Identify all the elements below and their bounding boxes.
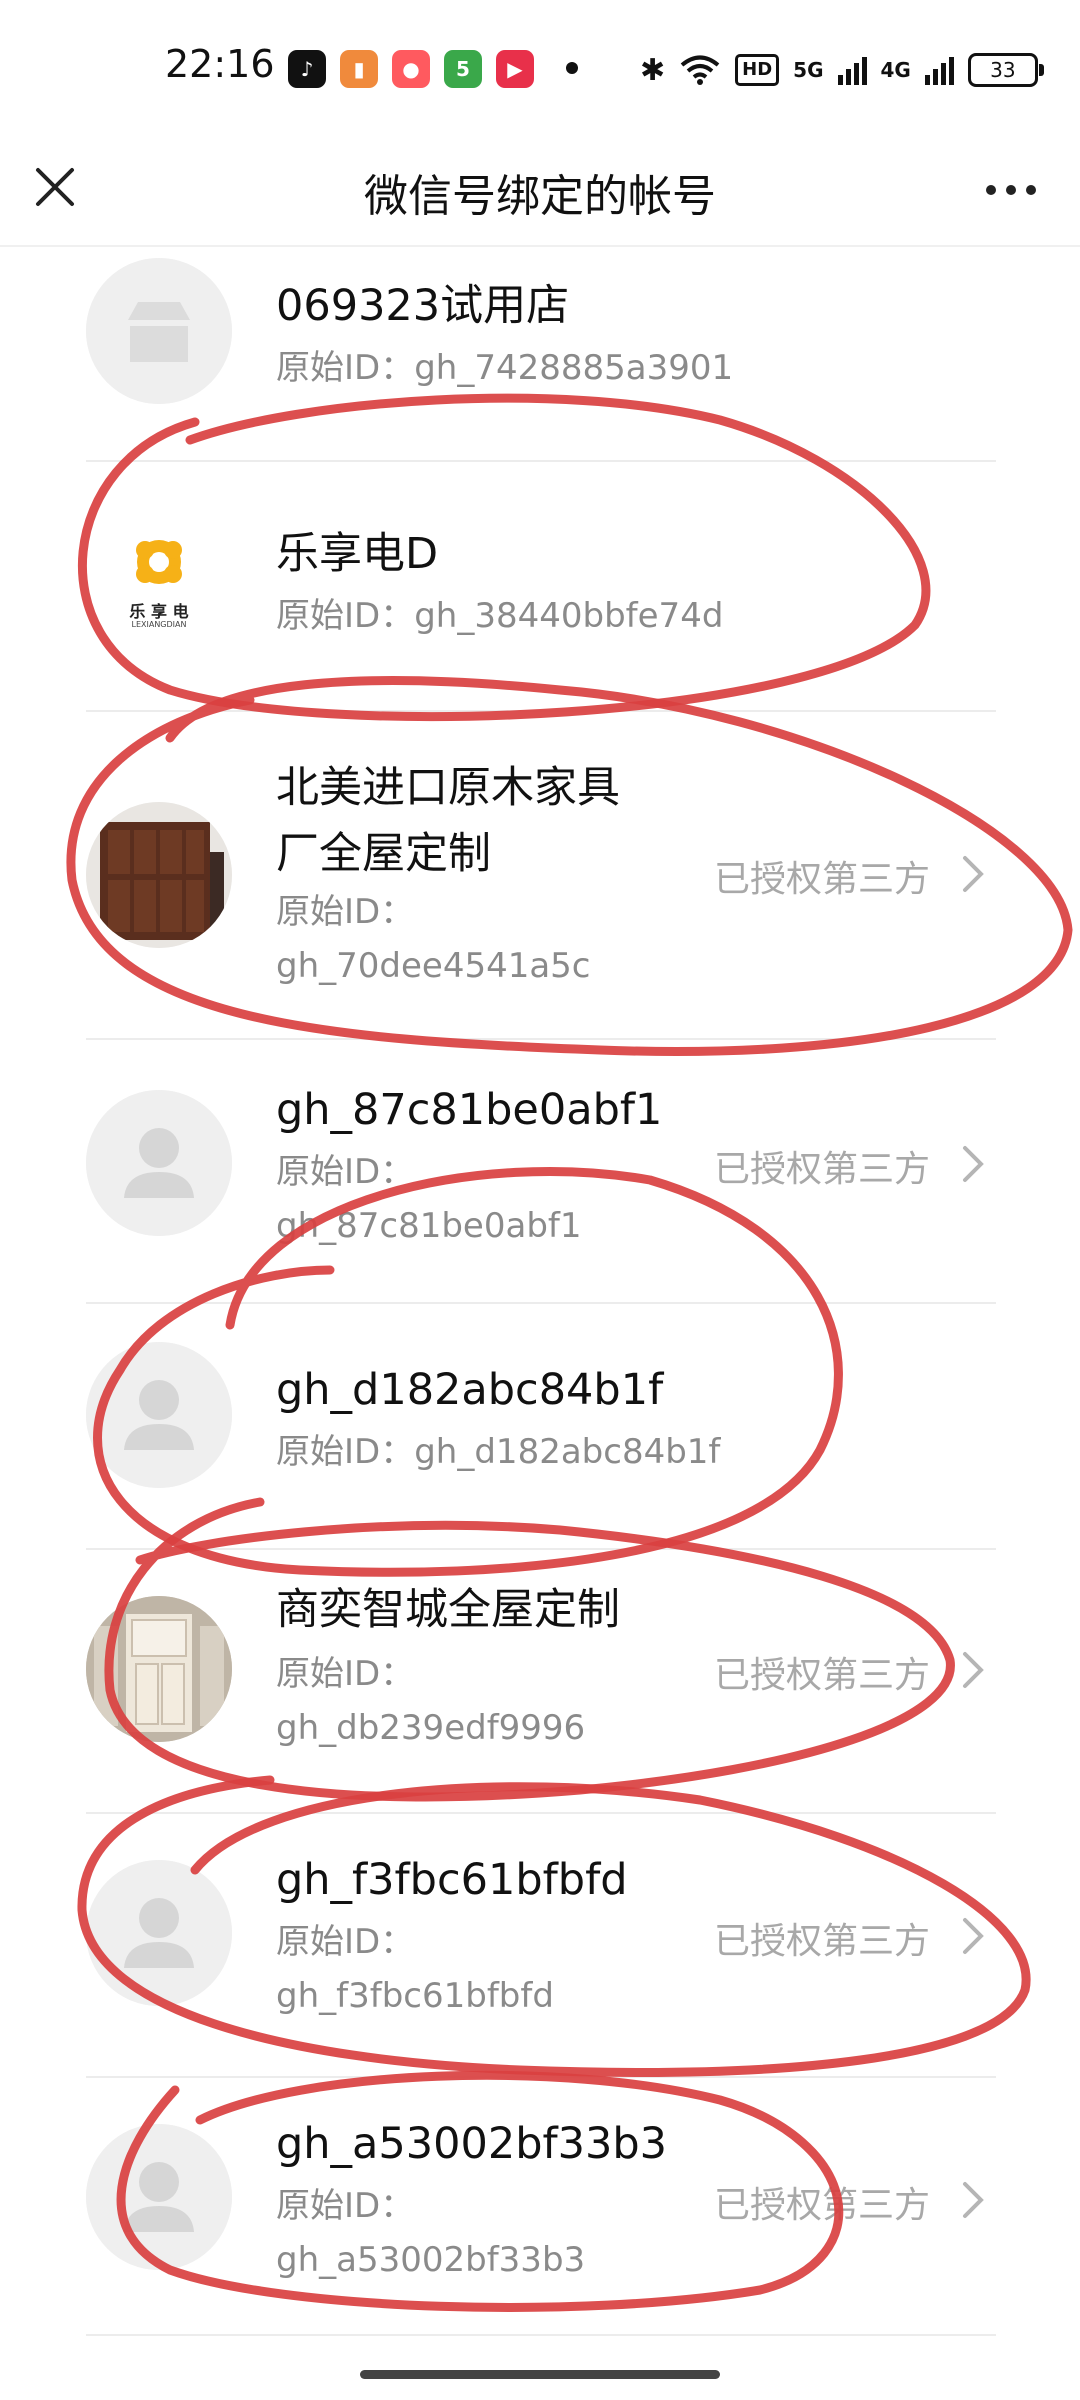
user-placeholder-icon	[86, 1860, 232, 2006]
id-value: gh_7428885a3901	[414, 348, 734, 388]
notification-dot	[566, 62, 578, 74]
chevron-right-icon	[963, 1918, 984, 1954]
account-name-line2: 厂全屋定制	[276, 829, 491, 879]
id-value: gh_38440bbfe74d	[414, 596, 724, 636]
nav-header: 微信号绑定的帐号	[0, 140, 1080, 250]
chevron-right-icon	[963, 1652, 984, 1688]
wardrobe-photo	[86, 802, 232, 948]
account-name: 乐享电D	[276, 529, 439, 579]
chevron-right-icon	[963, 856, 984, 892]
account-row[interactable]: gh_d182abc84b1f 原始ID：gh_d182abc84b1f	[0, 1304, 1080, 1548]
account-id: 原始ID：gh_38440bbfe74d	[276, 590, 776, 642]
account-id: 原始ID：gh_d182abc84b1f	[276, 1426, 776, 1478]
user-placeholder-icon	[86, 1342, 232, 1488]
battery-icon: 33	[967, 53, 1044, 87]
id-label: 原始ID：	[276, 2186, 415, 2226]
authorized-label: 已授权第三方	[713, 1149, 930, 1190]
chevron-right-icon	[963, 2182, 984, 2218]
account-row[interactable]: 069323试用店 原始ID：gh_7428885a3901	[0, 250, 1080, 460]
account-row[interactable]: 北美进口原木家具 厂全屋定制 原始ID： gh_70dee4541a5c 已授权…	[0, 712, 1080, 1038]
account-id: 原始ID：gh_7428885a3901	[276, 342, 776, 394]
system-icons: ✱ HD 5G 4G 33	[640, 48, 1044, 92]
account-row[interactable]: 乐 享 电 LEXIANGDIAN 乐享电D 原始ID：gh_38440bbfe…	[0, 462, 1080, 710]
tiktok-icon: ♪	[288, 50, 326, 88]
id-value: gh_a53002bf33b3	[276, 2240, 586, 2280]
status-bar: 22:16 ♪ ▮ ● 5 ▶ ✱ HD 5G 4G 33	[0, 0, 1080, 140]
id-label: 原始ID：	[276, 596, 415, 636]
id-value: gh_d182abc84b1f	[414, 1432, 721, 1472]
id-label: 原始ID：	[276, 348, 415, 388]
id-label: 原始ID：	[276, 1432, 415, 1472]
id-label: 原始ID：	[276, 1654, 415, 1694]
store-placeholder-icon	[86, 258, 232, 404]
chevron-right-icon	[963, 1146, 984, 1182]
id-label: 原始ID：	[276, 1922, 415, 1962]
lexiangdian-logo: 乐 享 电 LEXIANGDIAN	[86, 512, 232, 658]
authorized-label: 已授权第三方	[713, 859, 930, 900]
account-row[interactable]: gh_a53002bf33b3 原始ID： gh_a53002bf33b3 已授…	[0, 2078, 1080, 2340]
user-placeholder-icon	[86, 2124, 232, 2270]
logo-subtext: LEXIANGDIAN	[131, 620, 187, 629]
authorized-label: 已授权第三方	[713, 1655, 930, 1696]
account-name: 069323试用店	[276, 281, 570, 331]
more-icon[interactable]	[986, 180, 1046, 200]
account-row[interactable]: gh_f3fbc61bfbfd 原始ID： gh_f3fbc61bfbfd 已授…	[0, 1814, 1080, 2076]
row-divider	[86, 2334, 996, 2336]
id-value: gh_87c81be0abf1	[276, 1206, 582, 1246]
id-label: 原始ID：	[276, 1152, 415, 1192]
door-photo	[86, 1596, 232, 1742]
id-value: gh_70dee4541a5c	[276, 946, 591, 986]
58-icon: 5	[444, 50, 482, 88]
signal-bars-icon	[924, 55, 954, 85]
page-title: 微信号绑定的帐号	[364, 171, 716, 222]
kuaishou-icon: ●	[392, 50, 430, 88]
user-placeholder-icon	[86, 1090, 232, 1236]
account-name-line1: 北美进口原木家具	[276, 763, 620, 813]
wifi-icon	[680, 55, 720, 85]
signal-4g-label: 4G	[880, 58, 911, 82]
id-value: gh_f3fbc61bfbfd	[276, 1976, 554, 2016]
account-row[interactable]: gh_87c81be0abf1 原始ID： gh_87c81be0abf1 已授…	[0, 1040, 1080, 1302]
id-label: 原始ID：	[276, 892, 415, 932]
account-name: gh_a53002bf33b3	[276, 2119, 667, 2169]
authorized-label: 已授权第三方	[713, 1921, 930, 1962]
account-name: gh_f3fbc61bfbfd	[276, 1855, 628, 1905]
id-value: gh_db239edf9996	[276, 1708, 586, 1748]
signal-bars-icon	[837, 55, 867, 85]
account-row[interactable]: 商奕智城全屋定制 原始ID： gh_db239edf9996 已授权第三方	[0, 1550, 1080, 1812]
account-name: gh_d182abc84b1f	[276, 1365, 664, 1415]
reader-icon: ▮	[340, 50, 378, 88]
account-name: 商奕智城全屋定制	[276, 1585, 620, 1635]
status-time: 22:16	[165, 42, 275, 86]
hd-badge: HD	[735, 54, 780, 86]
account-name: gh_87c81be0abf1	[276, 1085, 663, 1135]
signal-5g-label: 5G	[793, 58, 824, 82]
header-divider	[0, 245, 1080, 247]
home-indicator[interactable]	[360, 2370, 720, 2379]
logo-text: 乐 享 电	[129, 602, 189, 621]
bluetooth-icon: ✱	[640, 52, 666, 88]
video-icon: ▶	[496, 50, 534, 88]
authorized-label: 已授权第三方	[713, 2185, 930, 2226]
